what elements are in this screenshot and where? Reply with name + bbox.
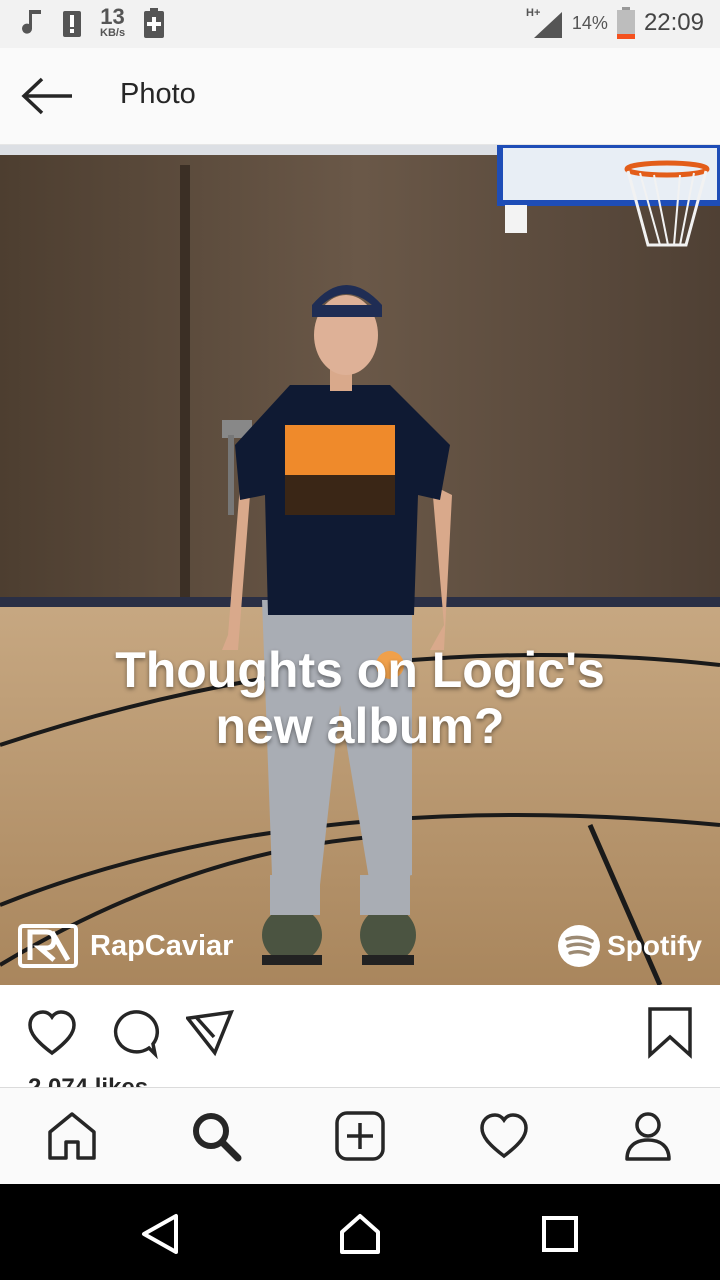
network-type: H+ xyxy=(526,7,540,19)
brand-right-label: Spotify xyxy=(607,930,702,961)
rapcaviar-logo-icon xyxy=(18,924,78,968)
rapcaviar-brand: RapCaviar xyxy=(18,924,233,968)
likes-count[interactable]: 2,074 likes xyxy=(28,1074,148,1088)
signal-icon: H+ xyxy=(526,7,562,38)
nav-home-icon[interactable] xyxy=(338,1212,382,1256)
comment-icon[interactable] xyxy=(108,1007,160,1059)
caption-line-1: Thoughts on Logic's xyxy=(115,642,605,698)
photo-caption: Thoughts on Logic's new album? xyxy=(0,642,720,754)
photo-scene xyxy=(0,145,720,985)
battery-percent: 14% xyxy=(571,12,608,33)
add-post-icon[interactable] xyxy=(334,1110,386,1162)
nav-back-icon[interactable] xyxy=(138,1212,182,1256)
app-bar: Photo xyxy=(0,48,720,145)
battery-saver-icon xyxy=(144,7,165,38)
like-heart-icon[interactable] xyxy=(26,1007,78,1059)
profile-icon[interactable] xyxy=(622,1110,674,1162)
network-speed: 13 KB/s xyxy=(100,6,125,39)
caption-line-2: new album? xyxy=(215,698,505,754)
page-title: Photo xyxy=(120,78,196,110)
battery-icon xyxy=(616,7,635,39)
home-icon[interactable] xyxy=(46,1110,98,1162)
speed-unit: KB/s xyxy=(100,27,126,39)
alert-icon xyxy=(63,10,81,37)
speed-value: 13 xyxy=(100,4,125,29)
system-nav-bar xyxy=(0,1184,720,1280)
activity-heart-icon[interactable] xyxy=(478,1110,530,1162)
brand-left-label: RapCaviar xyxy=(90,929,234,962)
status-bar: 13 KB/s H+ 14% 22:09 xyxy=(0,0,720,48)
post-actions: 2,074 likes xyxy=(0,985,720,1088)
bookmark-icon[interactable] xyxy=(644,1007,696,1059)
spotify-brand: Spotify xyxy=(557,924,702,968)
back-arrow-icon[interactable] xyxy=(20,76,76,116)
bottom-tab-bar xyxy=(0,1087,720,1184)
nav-recents-icon[interactable] xyxy=(538,1212,582,1256)
post-photo[interactable]: Thoughts on Logic's new album? xyxy=(0,145,720,985)
clock: 22:09 xyxy=(643,9,704,36)
spotify-logo-icon xyxy=(558,925,601,967)
music-note-icon xyxy=(22,9,41,34)
share-send-icon[interactable] xyxy=(186,1007,238,1059)
search-icon[interactable] xyxy=(190,1110,242,1162)
